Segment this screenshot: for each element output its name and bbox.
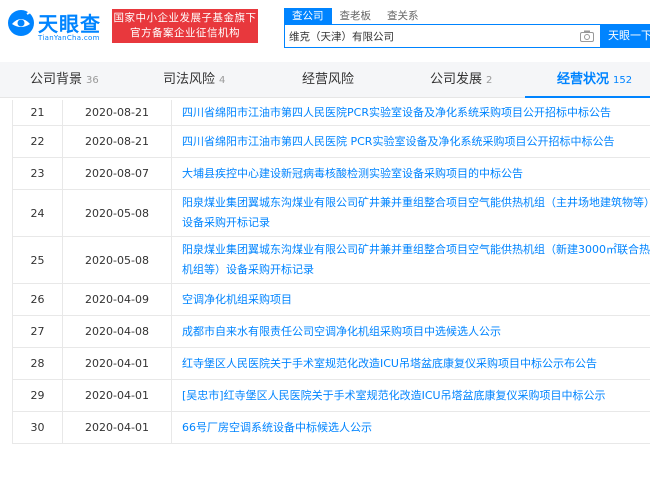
row-index: 22 bbox=[13, 126, 63, 157]
table-row: 22 2020-08-21 四川省绵阳市江油市第四人民医院 PCR实验室设备及净… bbox=[13, 126, 650, 158]
tab-label: 经营状况 bbox=[557, 72, 610, 87]
tab-label: 公司背景 bbox=[30, 72, 83, 87]
row-title-link[interactable]: 红寺堡区人民医院关于手术室规范化改造ICU吊塔盆底康复仪采购项目中标公示布公告 bbox=[182, 354, 597, 374]
row-date: 2020-05-08 bbox=[63, 237, 172, 283]
row-date: 2020-08-07 bbox=[63, 158, 172, 189]
tab-label: 公司发展 bbox=[430, 72, 483, 87]
row-index: 30 bbox=[13, 412, 63, 443]
logo[interactable]: 天眼查 TianYanCha.com bbox=[6, 6, 106, 50]
slogan-line-1: 国家中小企业发展子基金旗下 bbox=[113, 12, 257, 24]
table-row: 30 2020-04-01 66号厂房空调系统设备中标候选人公示 bbox=[13, 412, 650, 444]
table-row: 21 2020-08-21 四川省绵阳市江油市第四人民医院PCR实验室设备及净化… bbox=[13, 100, 650, 126]
search-tabs: 查公司 查老板 查关系 bbox=[284, 8, 427, 24]
row-date: 2020-04-08 bbox=[63, 316, 172, 347]
section-nav: 公司背景 36 司法风险 4 经营风险 公司发展 2 经营状况 152 bbox=[0, 62, 650, 98]
row-date: 2020-08-21 bbox=[63, 100, 172, 125]
camera-icon[interactable] bbox=[580, 30, 594, 42]
tab-judicial-risk[interactable]: 司法风险 4 bbox=[163, 62, 225, 98]
row-date: 2020-04-01 bbox=[63, 348, 172, 379]
tab-count: 4 bbox=[219, 75, 226, 86]
row-title-link[interactable]: 阳泉煤业集团翼城东沟煤业有限公司矿井兼并重组整合项目空气能供热机组（新建3000… bbox=[182, 240, 650, 280]
logo-subtext: TianYanCha.com bbox=[38, 34, 100, 42]
row-date: 2020-04-01 bbox=[63, 412, 172, 443]
table-row: 27 2020-04-08 成都市自来水有限责任公司空调净化机组采购项目中选候选… bbox=[13, 316, 650, 348]
row-title-link[interactable]: 大埔县疾控中心建设新冠病毒核酸检测实验室设备采购项目的中标公告 bbox=[182, 164, 523, 184]
slogan-banner: 国家中小企业发展子基金旗下 官方备案企业征信机构 bbox=[112, 9, 258, 43]
search-button[interactable]: 天眼一下 bbox=[600, 24, 650, 48]
row-index: 23 bbox=[13, 158, 63, 189]
row-index: 25 bbox=[13, 237, 63, 283]
row-index: 28 bbox=[13, 348, 63, 379]
search-box bbox=[284, 24, 602, 48]
row-title-link[interactable]: 阳泉煤业集团翼城东沟煤业有限公司矿井兼并重组整合项目空气能供热机组（主井场地建筑… bbox=[182, 193, 650, 233]
row-title-link[interactable]: 成都市自来水有限责任公司空调净化机组采购项目中选候选人公示 bbox=[182, 322, 501, 342]
tab-count: 2 bbox=[486, 75, 493, 86]
tab-search-boss[interactable]: 查老板 bbox=[332, 8, 380, 24]
row-index: 24 bbox=[13, 190, 63, 236]
tab-count: 36 bbox=[86, 75, 99, 86]
table-row: 28 2020-04-01 红寺堡区人民医院关于手术室规范化改造ICU吊塔盆底康… bbox=[13, 348, 650, 380]
tab-label: 经营风险 bbox=[302, 72, 355, 87]
table-row: 23 2020-08-07 大埔县疾控中心建设新冠病毒核酸检测实验室设备采购项目… bbox=[13, 158, 650, 190]
tab-count: 152 bbox=[613, 75, 633, 86]
tab-company-background[interactable]: 公司背景 36 bbox=[30, 62, 99, 98]
bidding-table: 21 2020-08-21 四川省绵阳市江油市第四人民医院PCR实验室设备及净化… bbox=[12, 100, 650, 444]
table-row: 25 2020-05-08 阳泉煤业集团翼城东沟煤业有限公司矿井兼并重组整合项目… bbox=[13, 237, 650, 284]
tab-search-company[interactable]: 查公司 bbox=[284, 8, 332, 24]
row-date: 2020-08-21 bbox=[63, 126, 172, 157]
header: 天眼查 TianYanCha.com 国家中小企业发展子基金旗下 官方备案企业征… bbox=[0, 0, 650, 60]
tab-business-status[interactable]: 经营状况 152 bbox=[557, 62, 632, 98]
tab-business-risk[interactable]: 经营风险 bbox=[302, 62, 358, 98]
row-index: 21 bbox=[13, 100, 63, 125]
row-date: 2020-05-08 bbox=[63, 190, 172, 236]
table-row: 29 2020-04-01 [吴忠市]红寺堡区人民医院关于手术室规范化改造ICU… bbox=[13, 380, 650, 412]
row-date: 2020-04-01 bbox=[63, 380, 172, 411]
logo-text: 天眼查 bbox=[38, 12, 101, 36]
row-index: 27 bbox=[13, 316, 63, 347]
search-input[interactable] bbox=[285, 25, 585, 48]
row-title-link[interactable]: 空调净化机组采购项目 bbox=[182, 290, 292, 310]
table-row: 26 2020-04-09 空调净化机组采购项目 bbox=[13, 284, 650, 316]
logo-eye-icon bbox=[8, 10, 34, 36]
tab-search-relation[interactable]: 查关系 bbox=[379, 8, 427, 24]
tab-company-development[interactable]: 公司发展 2 bbox=[430, 62, 492, 98]
row-title-link[interactable]: 66号厂房空调系统设备中标候选人公示 bbox=[182, 418, 372, 438]
row-title-link[interactable]: 四川省绵阳市江油市第四人民医院PCR实验室设备及净化系统采购项目公开招标中标公告 bbox=[182, 103, 611, 123]
row-date: 2020-04-09 bbox=[63, 284, 172, 315]
table-row: 24 2020-05-08 阳泉煤业集团翼城东沟煤业有限公司矿井兼并重组整合项目… bbox=[13, 190, 650, 237]
tab-label: 司法风险 bbox=[163, 72, 216, 87]
row-index: 29 bbox=[13, 380, 63, 411]
row-title-link[interactable]: [吴忠市]红寺堡区人民医院关于手术室规范化改造ICU吊塔盆底康复仪采购项目中标公… bbox=[182, 386, 606, 406]
active-tab-indicator bbox=[525, 96, 650, 98]
row-title-link[interactable]: 四川省绵阳市江油市第四人民医院 PCR实验室设备及净化系统采购项目公开招标中标公… bbox=[182, 132, 614, 152]
row-index: 26 bbox=[13, 284, 63, 315]
slogan-line-2: 官方备案企业征信机构 bbox=[130, 27, 240, 39]
